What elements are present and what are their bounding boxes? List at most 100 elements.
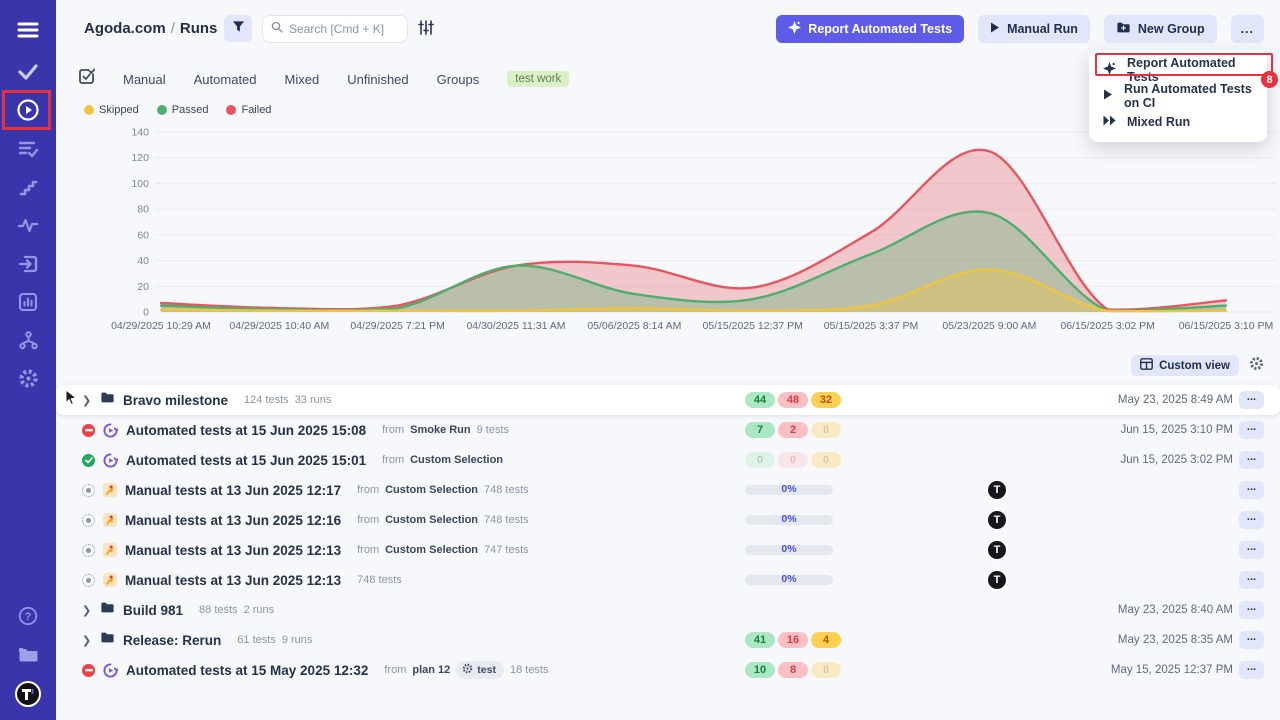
assignee-avatar[interactable]: T bbox=[988, 481, 1006, 499]
tab-groups[interactable]: Groups bbox=[437, 72, 480, 87]
hamburger-menu-icon[interactable] bbox=[0, 12, 56, 48]
assignee-avatar[interactable]: T bbox=[988, 541, 1006, 559]
filter-button[interactable] bbox=[224, 15, 252, 42]
table-row[interactable]: ❯ Bravo milestone 124 tests33 runs 44483… bbox=[56, 385, 1280, 415]
menu-item-report-automated-tests[interactable]: Report Automated Tests bbox=[1089, 57, 1267, 83]
table-row[interactable]: Manual tests at 13 Jun 2025 12:17 fromCu… bbox=[56, 475, 1280, 505]
table-row[interactable]: ❯ Release: Rerun 61 tests9 runs 41164 Ma… bbox=[56, 625, 1280, 655]
table-row[interactable]: Automated tests at 15 Jun 2025 15:08 fro… bbox=[56, 415, 1280, 445]
breadcrumb-project[interactable]: Agoda.com bbox=[84, 20, 166, 37]
row-more-button[interactable]: ... bbox=[1239, 661, 1264, 679]
run-title[interactable]: Bravo milestone bbox=[123, 393, 228, 408]
chart-x-axis-labels: 04/29/2025 10:29 AM04/29/2025 10:40 AM04… bbox=[56, 320, 1280, 334]
run-title[interactable]: Automated tests at 15 Jun 2025 15:08 bbox=[126, 423, 366, 438]
badge-red: 48 bbox=[778, 392, 808, 408]
new-group-button[interactable]: New Group bbox=[1104, 15, 1217, 43]
tab-manual[interactable]: Manual bbox=[123, 72, 166, 87]
sidebar-item-branches-icon[interactable] bbox=[0, 322, 56, 358]
legend-dot bbox=[226, 105, 236, 115]
sidebar-item-milestones-stairs-icon[interactable] bbox=[0, 169, 56, 205]
result-badges: 1080 bbox=[745, 662, 841, 678]
more-actions-button[interactable]: ... bbox=[1231, 15, 1264, 43]
table-row[interactable]: Manual tests at 13 Jun 2025 12:13 fromCu… bbox=[56, 535, 1280, 565]
row-more-button[interactable]: ... bbox=[1239, 451, 1264, 469]
sidebar-item-runs-play-circle-icon[interactable] bbox=[0, 92, 56, 128]
menu-item-mixed-run[interactable]: Mixed Run bbox=[1089, 109, 1267, 135]
menu-item-run-automated-tests-on-ci[interactable]: Run Automated Tests on CI bbox=[1089, 83, 1267, 109]
view-settings-gear-icon[interactable] bbox=[1249, 356, 1264, 376]
projects-folder-icon[interactable] bbox=[0, 636, 56, 672]
x-tick-label: 05/15/2025 12:37 PM bbox=[688, 320, 818, 332]
adjustments-sliders-icon[interactable] bbox=[418, 20, 434, 40]
sidebar-item-import-icon[interactable] bbox=[0, 246, 56, 282]
tag-badge-test-work[interactable]: test work bbox=[507, 71, 569, 87]
breadcrumb: Agoda.com/Runs bbox=[84, 20, 217, 37]
run-meta: fromCustom Selection bbox=[382, 454, 503, 466]
annotation-badge: 8 bbox=[1261, 71, 1278, 88]
row-more-button[interactable]: ... bbox=[1239, 511, 1264, 529]
automated-run-icon bbox=[103, 663, 118, 678]
automated-run-icon bbox=[103, 423, 118, 438]
search-box[interactable] bbox=[262, 15, 408, 43]
help-icon[interactable]: ? bbox=[0, 598, 56, 634]
expand-chevron-icon[interactable]: ❯ bbox=[82, 634, 92, 647]
sidebar-item-analytics-pulse-icon[interactable] bbox=[0, 207, 56, 243]
table-row[interactable]: ❯ Build 981 88 tests2 runs May 23, 2025 … bbox=[56, 595, 1280, 625]
runs-area-chart[interactable]: 020406080100120140 bbox=[60, 122, 1280, 316]
run-meta: fromCustom Selection748 tests bbox=[357, 514, 529, 526]
folder-icon bbox=[100, 391, 115, 409]
sidebar-item-test-plans-icon[interactable] bbox=[0, 130, 56, 166]
run-title[interactable]: Manual tests at 13 Jun 2025 12:16 bbox=[125, 513, 341, 528]
sidebar-item-tests-check-icon[interactable] bbox=[0, 54, 56, 90]
x-tick-label: 04/29/2025 10:40 AM bbox=[214, 320, 344, 332]
search-input[interactable] bbox=[289, 22, 399, 36]
report-automated-tests-button[interactable]: Report Automated Tests bbox=[776, 15, 964, 43]
run-tag-badge[interactable]: test bbox=[456, 661, 504, 679]
tab-automated[interactable]: Automated bbox=[194, 72, 257, 87]
badge-yellow: 0 bbox=[811, 662, 841, 678]
sidebar-item-reports-barchart-icon[interactable] bbox=[0, 284, 56, 320]
x-tick-label: 06/15/2025 3:10 PM bbox=[1161, 320, 1280, 332]
run-title[interactable]: Manual tests at 13 Jun 2025 12:13 bbox=[125, 543, 341, 558]
run-title[interactable]: Release: Rerun bbox=[123, 633, 221, 648]
row-more-button[interactable]: ... bbox=[1239, 481, 1264, 499]
legend-item-skipped[interactable]: Skipped bbox=[84, 104, 139, 116]
run-title[interactable]: Manual tests at 13 Jun 2025 12:17 bbox=[125, 483, 341, 498]
row-more-button[interactable]: ... bbox=[1239, 631, 1264, 649]
sidebar-item-settings-gear-icon[interactable] bbox=[0, 360, 56, 396]
row-more-button[interactable]: ... bbox=[1239, 391, 1264, 409]
badge-yellow: 0 bbox=[811, 452, 841, 468]
legend-item-failed[interactable]: Failed bbox=[226, 104, 271, 116]
svg-text:20: 20 bbox=[137, 281, 149, 293]
assignee-avatar[interactable]: T bbox=[988, 511, 1006, 529]
badge-yellow: 32 bbox=[811, 392, 841, 408]
badge-green: 0 bbox=[745, 452, 775, 468]
row-more-button[interactable]: ... bbox=[1239, 421, 1264, 439]
badge-yellow: 0 bbox=[811, 422, 841, 438]
table-row[interactable]: Manual tests at 13 Jun 2025 12:16 fromCu… bbox=[56, 505, 1280, 535]
table-row[interactable]: Manual tests at 13 Jun 2025 12:13 748 te… bbox=[56, 565, 1280, 595]
expand-chevron-icon[interactable]: ❯ bbox=[82, 394, 92, 407]
run-title[interactable]: Build 981 bbox=[123, 603, 183, 618]
clipboard-check-icon[interactable] bbox=[78, 68, 95, 90]
table-row[interactable]: Automated tests at 15 Jun 2025 15:01 fro… bbox=[56, 445, 1280, 475]
manual-run-button[interactable]: Manual Run bbox=[978, 15, 1090, 43]
legend-item-passed[interactable]: Passed bbox=[157, 104, 209, 116]
row-more-button[interactable]: ... bbox=[1239, 541, 1264, 559]
assignee-avatar[interactable]: T bbox=[988, 571, 1006, 589]
run-date: Jun 15, 2025 3:02 PM bbox=[1120, 454, 1233, 466]
app-logo-avatar[interactable] bbox=[0, 676, 56, 712]
row-more-button[interactable]: ... bbox=[1239, 601, 1264, 619]
table-row[interactable]: Automated tests at 15 May 2025 12:32 fro… bbox=[56, 655, 1280, 685]
tab-mixed[interactable]: Mixed bbox=[285, 72, 320, 87]
tab-unfinished[interactable]: Unfinished bbox=[347, 72, 408, 87]
run-title[interactable]: Automated tests at 15 May 2025 12:32 bbox=[126, 663, 368, 678]
run-title[interactable]: Automated tests at 15 Jun 2025 15:01 bbox=[126, 453, 366, 468]
custom-view-button[interactable]: Custom view bbox=[1131, 355, 1239, 376]
sidebar: ? bbox=[0, 0, 56, 720]
row-more-button[interactable]: ... bbox=[1239, 571, 1264, 589]
expand-chevron-icon[interactable]: ❯ bbox=[82, 604, 92, 617]
play-icon bbox=[990, 22, 1000, 36]
run-meta: 124 tests33 runs bbox=[244, 394, 331, 406]
run-title[interactable]: Manual tests at 13 Jun 2025 12:13 bbox=[125, 573, 341, 588]
